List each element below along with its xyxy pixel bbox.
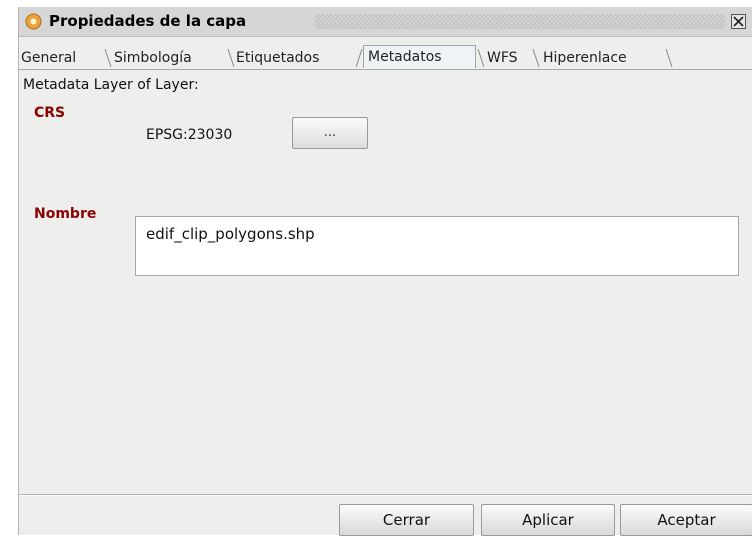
tab-general[interactable]: General bbox=[21, 48, 76, 68]
tab-separator bbox=[477, 48, 485, 68]
window-title: Propiedades de la capa bbox=[49, 12, 247, 30]
footer-divider-highlight bbox=[19, 495, 752, 496]
app-icon bbox=[25, 13, 42, 30]
crs-value: EPSG:23030 bbox=[146, 127, 233, 143]
crs-label: CRS bbox=[34, 105, 66, 121]
layer-properties-dialog: Propiedades de la capa General Simbologí… bbox=[18, 7, 752, 536]
title-bar[interactable]: Propiedades de la capa bbox=[19, 7, 752, 37]
crs-select-button[interactable]: ... bbox=[292, 117, 368, 149]
accept-button[interactable]: Aceptar bbox=[620, 504, 752, 536]
close-button[interactable]: Cerrar bbox=[339, 504, 474, 536]
metadata-header: Metadata Layer of Layer: bbox=[23, 77, 199, 93]
tab-simbologia[interactable]: Simbología bbox=[114, 48, 192, 68]
name-label: Nombre bbox=[34, 206, 97, 222]
tab-wfs[interactable]: WFS bbox=[487, 48, 518, 68]
tab-bar: General Simbología Etiquetados Metadatos… bbox=[19, 45, 752, 70]
tab-separator bbox=[104, 48, 112, 68]
tab-metadatos[interactable]: Metadatos bbox=[363, 45, 476, 68]
tab-hiperenlace[interactable]: Hiperenlace bbox=[543, 48, 627, 68]
apply-button[interactable]: Aplicar bbox=[481, 504, 615, 536]
tab-etiquetados[interactable]: Etiquetados bbox=[236, 48, 319, 68]
tab-separator bbox=[355, 48, 363, 68]
close-icon[interactable] bbox=[731, 14, 746, 29]
tab-separator bbox=[665, 48, 673, 68]
tab-separator bbox=[532, 48, 540, 68]
title-bar-grip bbox=[315, 14, 725, 29]
tab-separator bbox=[227, 48, 235, 68]
layer-name-field[interactable]: edif_clip_polygons.shp bbox=[135, 216, 739, 276]
